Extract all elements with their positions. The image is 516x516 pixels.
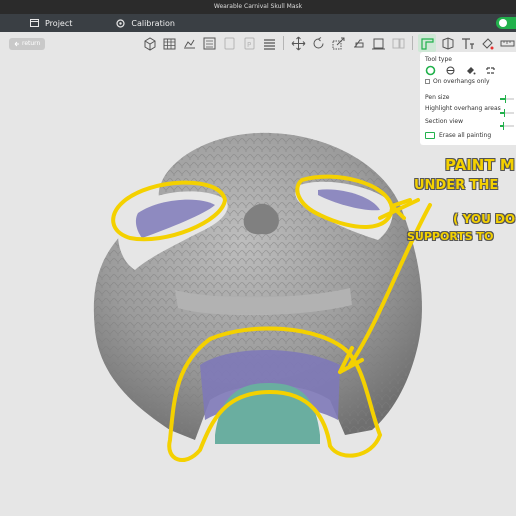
return-label: return bbox=[22, 40, 41, 47]
tool-gap-fill[interactable] bbox=[485, 65, 496, 76]
sphere-tool-icon bbox=[446, 66, 455, 75]
return-arrow-icon bbox=[14, 41, 19, 47]
tab-calibration[interactable]: Calibration bbox=[86, 14, 189, 32]
scale-button[interactable] bbox=[329, 34, 347, 52]
circle-tool-icon bbox=[425, 65, 436, 76]
annotation-line-2: UNDER THE bbox=[414, 178, 499, 193]
measure-button[interactable] bbox=[498, 34, 516, 52]
tool-circle[interactable] bbox=[425, 65, 436, 76]
text-icon bbox=[461, 37, 474, 49]
top-navigation-bar: Project Calibration bbox=[0, 14, 516, 32]
section-view-label: Section view bbox=[425, 118, 464, 125]
plate-alt-icon: P bbox=[244, 37, 254, 49]
move-button[interactable] bbox=[289, 34, 307, 52]
highlight-overhang-label: Highlight overhang areas bbox=[425, 105, 501, 112]
on-overhangs-only-option[interactable]: On overhangs only bbox=[425, 78, 490, 85]
move-icon bbox=[291, 36, 305, 50]
arrange-button[interactable] bbox=[180, 34, 198, 52]
highlight-overhang-slider[interactable] bbox=[500, 109, 514, 117]
pen-size-slider[interactable] bbox=[500, 95, 514, 103]
folder-icon bbox=[30, 19, 39, 27]
rotate-button[interactable] bbox=[309, 34, 327, 52]
grid-icon bbox=[163, 38, 175, 49]
plate-icon bbox=[224, 37, 234, 49]
color-paint-icon bbox=[481, 37, 493, 49]
calibration-icon bbox=[116, 18, 125, 28]
return-button[interactable]: return bbox=[9, 38, 46, 50]
add-cube-icon bbox=[144, 36, 155, 51]
split-button[interactable] bbox=[389, 34, 407, 52]
support-paint-panel: Tool type On overhangs only Pen size Hig… bbox=[420, 52, 516, 145]
support-paint-button[interactable] bbox=[418, 34, 436, 52]
layers-button[interactable] bbox=[260, 34, 278, 52]
pen-size-label: Pen size bbox=[425, 94, 450, 101]
on-overhangs-only-checkbox[interactable] bbox=[425, 79, 430, 84]
annotation-line-3: ( YOU DO bbox=[453, 212, 516, 226]
plate-alt-button[interactable]: P bbox=[240, 34, 258, 52]
color-paint-button[interactable] bbox=[478, 34, 496, 52]
annotation-line-1: PAINT M bbox=[445, 156, 515, 174]
main-toolbar: P bbox=[140, 33, 516, 53]
skull-mask-model[interactable] bbox=[93, 132, 422, 444]
tab-project[interactable]: Project bbox=[0, 14, 86, 32]
toolbar-divider bbox=[412, 36, 413, 50]
lay-on-face-button[interactable] bbox=[369, 34, 387, 52]
scale-icon bbox=[332, 37, 344, 49]
fill-tool-icon bbox=[467, 67, 476, 75]
svg-text:P: P bbox=[247, 41, 251, 49]
orient-button[interactable] bbox=[200, 34, 218, 52]
seam-paint-icon bbox=[442, 36, 453, 50]
seam-paint-button[interactable] bbox=[438, 34, 456, 52]
add-cube-button[interactable] bbox=[140, 34, 158, 52]
tool-type-selector bbox=[425, 65, 496, 76]
erase-all-painting-label: Erase all painting bbox=[439, 132, 492, 139]
layers-icon bbox=[263, 38, 275, 50]
orient-icon bbox=[203, 37, 215, 49]
toolbar-divider bbox=[283, 36, 284, 50]
tool-fill[interactable] bbox=[465, 65, 476, 76]
annotation-line-4: SUPPORTS TO bbox=[407, 230, 494, 243]
window-title-bar: Wearable Carnival Skull Mask bbox=[0, 0, 516, 14]
plate-button[interactable] bbox=[220, 34, 238, 52]
text-button[interactable] bbox=[458, 34, 476, 52]
measure-icon bbox=[500, 40, 514, 46]
gap-fill-tool-icon bbox=[486, 67, 495, 74]
cut-icon bbox=[353, 39, 363, 47]
device-toggle[interactable] bbox=[496, 17, 516, 29]
erase-all-painting-button[interactable]: Erase all painting bbox=[425, 132, 491, 139]
rotate-icon bbox=[313, 36, 323, 48]
window-title: Wearable Carnival Skull Mask bbox=[213, 3, 303, 10]
support-paint-icon bbox=[420, 37, 434, 50]
cut-button[interactable] bbox=[349, 34, 367, 52]
section-view-slider[interactable] bbox=[500, 122, 514, 130]
grid-button[interactable] bbox=[160, 34, 178, 52]
lay-on-face-icon bbox=[371, 38, 385, 49]
split-icon bbox=[392, 38, 404, 48]
tab-calibration-label: Calibration bbox=[131, 18, 175, 28]
tool-sphere[interactable] bbox=[445, 65, 456, 76]
tool-type-label: Tool type bbox=[425, 56, 452, 63]
tab-project-label: Project bbox=[45, 18, 73, 28]
on-overhangs-only-label: On overhangs only bbox=[433, 78, 490, 85]
eraser-icon bbox=[425, 132, 435, 139]
arrange-icon bbox=[183, 39, 195, 48]
